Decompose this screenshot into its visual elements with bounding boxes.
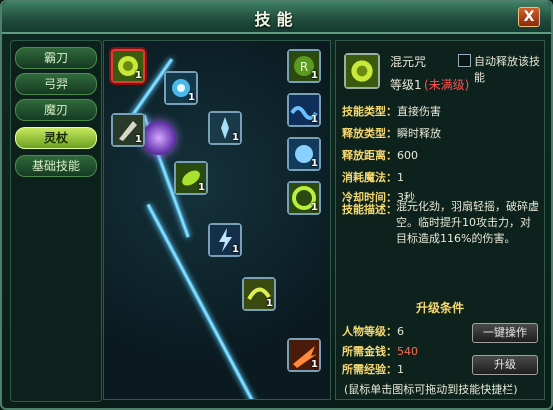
window-title: 技能 <box>254 10 299 29</box>
title-bar: 技能 X <box>2 2 551 34</box>
skill-slot[interactable]: 1 <box>242 277 276 311</box>
prop-row: 技能类型：直接伤害 <box>342 103 441 119</box>
skill-level: 1 <box>311 70 318 81</box>
req-player-level: 人物等级：6 <box>342 323 404 339</box>
tab-basic-skills[interactable]: 基础技能 <box>15 155 97 177</box>
upgrade-button[interactable]: 升级 <box>472 355 538 375</box>
skill-slot[interactable]: 1 <box>174 161 208 195</box>
skill-level: 1 <box>311 359 318 370</box>
skill-slot[interactable]: 1 <box>287 181 321 215</box>
skill-slot[interactable]: 1 <box>208 223 242 257</box>
drag-hint: (鼠标单击图标可拖动到技能快捷栏) <box>344 383 518 396</box>
skill-level: 1 <box>188 92 195 103</box>
req-value: 6 <box>397 325 404 338</box>
req-value: 540 <box>397 345 418 358</box>
auto-release-checkbox[interactable] <box>458 54 471 67</box>
skill-tree: 1 1 1 1 1 1 1 1 R 1 1 1 1 <box>103 40 331 400</box>
upgrade-title: 升级条件 <box>415 301 464 315</box>
class-tab-list: 霸刀 弓羿 魔刃 灵杖 基础技能 <box>10 40 102 402</box>
req-key: 人物等级： <box>342 325 397 338</box>
prop-value: 1 <box>397 171 404 184</box>
skill-level: 1 <box>198 182 205 193</box>
energy-orb-icon <box>142 121 176 155</box>
skill-slot[interactable]: 1 <box>287 137 321 171</box>
tab-badao[interactable]: 霸刀 <box>15 47 97 69</box>
skill-level: 1 <box>311 202 318 213</box>
prop-key: 释放距离： <box>342 149 397 162</box>
prop-row: 释放类型：瞬时释放 <box>342 125 441 141</box>
desc-key-text: 技能描述： <box>342 203 397 216</box>
skill-window: 技能 X 霸刀 弓羿 魔刃 灵杖 基础技能 1 1 1 1 1 1 1 1 R … <box>0 0 553 410</box>
prop-key: 消耗魔法： <box>342 171 397 184</box>
skill-description: 混元化劲，羽扇轻摇，破碎虚空。临时提升10攻击力，对目标造成116%的伤害。 <box>396 200 539 245</box>
one-key-button[interactable]: 一键操作 <box>472 323 538 343</box>
desc-key: 技能描述： <box>342 201 397 217</box>
req-value: 1 <box>397 363 404 376</box>
skill-level: 1 <box>311 114 318 125</box>
prop-key: 技能类型： <box>342 105 397 118</box>
skill-slot[interactable]: 1 <box>111 113 145 147</box>
prop-value: 直接伤害 <box>397 105 441 118</box>
skill-slot[interactable]: 1 <box>287 338 321 372</box>
skill-slot-hunyuan[interactable]: 1 <box>111 49 145 83</box>
prop-row: 释放距离：600 <box>342 147 418 163</box>
prop-row: 消耗魔法：1 <box>342 169 404 185</box>
skill-level: 1 <box>266 298 273 309</box>
tab-gongyi[interactable]: 弓羿 <box>15 73 97 95</box>
auto-release-label: 自动释放该技能 <box>474 55 540 84</box>
skill-slot[interactable]: R 1 <box>287 49 321 83</box>
req-gold: 所需金钱：540 <box>342 343 418 359</box>
skill-level: 1 <box>232 132 239 143</box>
skill-level: 1 <box>135 134 142 145</box>
tab-lingzhang[interactable]: 灵杖 <box>15 127 97 149</box>
req-key: 所需经验： <box>342 363 397 376</box>
close-button[interactable]: X <box>518 7 540 27</box>
req-key: 所需金钱： <box>342 345 397 358</box>
skill-level: 1 <box>311 158 318 169</box>
skill-level: 1 <box>135 70 142 81</box>
skill-level-status: (未满级) <box>424 78 470 92</box>
prop-key: 释放类型： <box>342 127 397 140</box>
skill-detail-panel: 混元咒 自动释放该技能 等级1 (未满级) 技能类型：直接伤害 释放类型：瞬时释… <box>335 40 545 400</box>
skill-slot[interactable]: 1 <box>164 71 198 105</box>
prop-value: 瞬时释放 <box>397 127 441 140</box>
selected-skill-icon <box>344 53 380 89</box>
skill-slot[interactable]: 1 <box>208 111 242 145</box>
skill-name: 混元咒 <box>390 55 427 69</box>
tab-moren[interactable]: 魔刃 <box>15 99 97 121</box>
svg-text:R: R <box>300 60 308 74</box>
skill-level-label: 等级1 <box>390 78 422 92</box>
req-exp: 所需经验：1 <box>342 361 404 377</box>
skill-level: 1 <box>232 244 239 255</box>
skill-slot[interactable]: 1 <box>287 93 321 127</box>
prop-value: 600 <box>397 149 418 162</box>
